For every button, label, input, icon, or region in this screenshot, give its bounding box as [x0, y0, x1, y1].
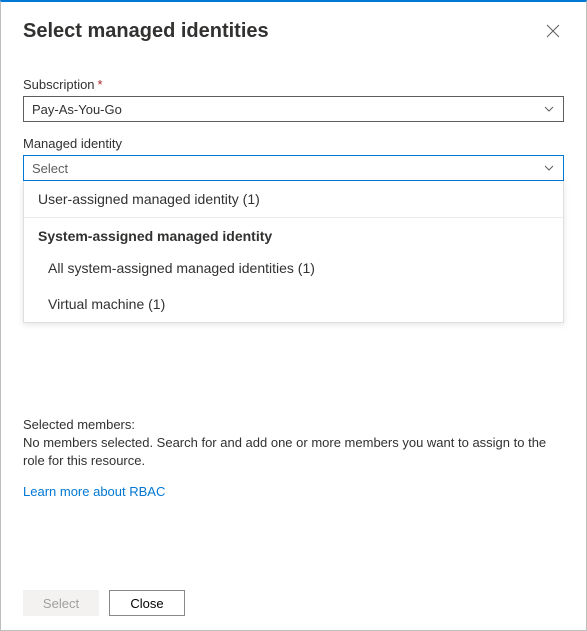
panel-title: Select managed identities — [23, 20, 269, 43]
selected-members-label: Selected members: — [23, 417, 564, 432]
subscription-field: Subscription* Pay-As-You-Go — [23, 77, 564, 122]
subscription-label-text: Subscription — [23, 77, 95, 92]
select-button: Select — [23, 590, 99, 616]
chevron-down-icon — [543, 162, 555, 174]
dropdown-option-all-system[interactable]: All system-assigned managed identities (… — [24, 250, 563, 286]
managed-identity-dropdown: User-assigned managed identity (1) Syste… — [23, 181, 564, 323]
managed-identity-field: Managed identity Select User-assigned ma… — [23, 136, 564, 181]
dropdown-group-header-system: System-assigned managed identity — [24, 217, 563, 250]
close-icon[interactable] — [542, 20, 564, 45]
panel-body: Subscription* Pay-As-You-Go Managed iden… — [1, 49, 586, 181]
managed-identity-select[interactable]: Select — [23, 155, 564, 181]
managed-identity-placeholder: Select — [32, 161, 68, 176]
selected-members-message: No members selected. Search for and add … — [23, 434, 564, 470]
panel-footer: Select Close — [1, 576, 586, 630]
panel-header: Select managed identities — [1, 2, 586, 49]
learn-more-link[interactable]: Learn more about RBAC — [23, 484, 165, 499]
dropdown-option-user-assigned[interactable]: User-assigned managed identity (1) — [24, 181, 563, 217]
dropdown-option-vm[interactable]: Virtual machine (1) — [24, 286, 563, 322]
chevron-down-icon — [543, 103, 555, 115]
subscription-select[interactable]: Pay-As-You-Go — [23, 96, 564, 122]
close-button[interactable]: Close — [109, 590, 185, 616]
managed-identity-label: Managed identity — [23, 136, 564, 151]
required-marker: * — [98, 77, 103, 92]
selected-members-section: Selected members: No members selected. S… — [23, 417, 564, 499]
subscription-value: Pay-As-You-Go — [32, 102, 122, 117]
subscription-label: Subscription* — [23, 77, 564, 92]
